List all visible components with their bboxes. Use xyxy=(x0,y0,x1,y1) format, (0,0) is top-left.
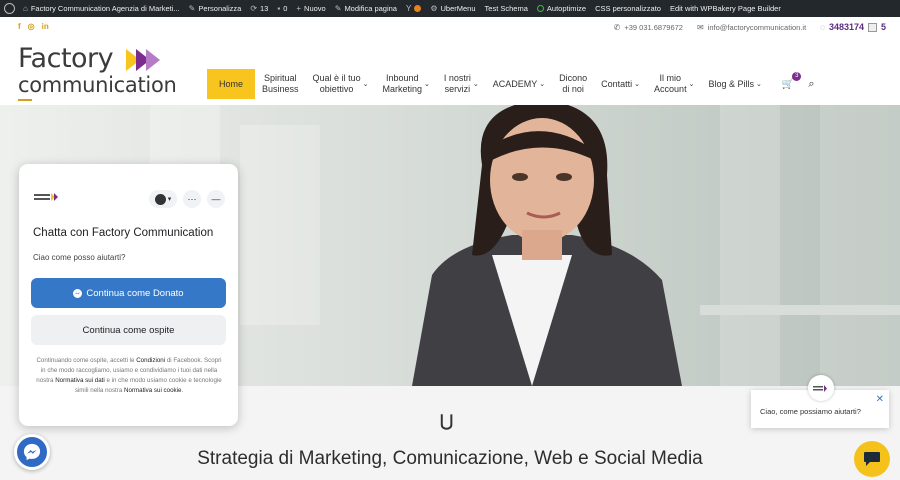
logo-underline xyxy=(18,99,32,101)
plus-icon: + xyxy=(296,4,302,13)
pencil-icon: ✎ xyxy=(334,4,342,13)
minus-icon: — xyxy=(211,194,221,204)
chevron-down-icon: ⌄ xyxy=(539,80,546,88)
admin-custom-css[interactable]: CSS personalizzato xyxy=(595,0,661,17)
background-window xyxy=(240,125,320,325)
admin-updates[interactable]: ⟳ 13 xyxy=(250,0,268,17)
chevron-down-icon: ⌄ xyxy=(755,80,762,88)
redacted-box xyxy=(867,22,877,32)
admin-yoast[interactable]: Y xyxy=(405,0,422,17)
factory-logo-icon xyxy=(813,384,827,392)
background-window xyxy=(720,105,780,386)
instagram-icon[interactable]: ◎ xyxy=(28,22,35,31)
facebook-icon[interactable]: f xyxy=(18,22,21,31)
background-rail xyxy=(700,305,900,315)
chat-launcher-button[interactable] xyxy=(854,441,890,477)
chat-bubble-icon xyxy=(864,452,880,466)
chevron-down-icon: ⌄ xyxy=(472,80,479,88)
nav-spiritual-business[interactable]: Spiritual Business xyxy=(255,69,306,99)
hero-woman-photo xyxy=(412,105,682,386)
cart-icon: 🛒 3 xyxy=(782,71,802,90)
home-icon: ⌂ xyxy=(23,4,28,13)
yoast-icon: Y xyxy=(405,4,412,13)
site-logo[interactable]: Factory communication xyxy=(18,43,177,101)
chevron-down-icon: ⌄ xyxy=(634,80,641,88)
nav-inbound[interactable]: Inbound Marketing ⌄ xyxy=(375,69,436,99)
chevron-down-icon: ⌄ xyxy=(688,80,695,88)
admin-site-name[interactable]: ⌂ Factory Communication Agenzia di Market… xyxy=(23,0,180,17)
gear-icon: ⚙ xyxy=(430,4,438,13)
minimize-button[interactable]: — xyxy=(207,190,225,208)
messenger-launcher-button[interactable] xyxy=(14,434,50,470)
admin-comments[interactable]: ▪ 0 xyxy=(277,0,287,17)
admin-new[interactable]: + Nuovo xyxy=(296,0,325,17)
cart-badge: 3 xyxy=(792,71,802,81)
linkedin-icon[interactable]: in xyxy=(42,22,49,31)
section-headline: Strategia di Marketing, Comunicazione, W… xyxy=(197,448,703,469)
account-switcher[interactable]: ▾ xyxy=(149,190,177,208)
whatsapp-icon: ◌ xyxy=(820,22,825,32)
chat-controls: ▾ ⋯ — xyxy=(149,190,225,208)
data-policy-link[interactable]: Normativa sui dati xyxy=(55,377,105,384)
terms-link[interactable]: Condizioni xyxy=(136,357,165,364)
nav-account[interactable]: Il mio Account ⌄ xyxy=(647,69,701,99)
nav-search[interactable]: ⌕ xyxy=(801,69,821,99)
wordpress-icon[interactable] xyxy=(4,3,15,14)
cookie-policy-link[interactable]: Normativa sui cookie xyxy=(124,387,181,394)
social-links: f ◎ in xyxy=(18,22,49,31)
caret-down-icon: ▾ xyxy=(167,196,172,203)
messenger-chat-popup: ▾ ⋯ — Chatta con Factory Communication C… xyxy=(19,164,238,426)
magnet-icon: ⋃ xyxy=(440,413,454,430)
main-nav: Home Spiritual Business Qual è il tuo obie… xyxy=(207,69,821,99)
nav-dicono[interactable]: Dicono di noi xyxy=(552,69,594,99)
chat-title: Chatta con Factory Communication xyxy=(33,227,214,239)
contact-info: ✆ +39 031.6879672 ✉ info@factorycommunicat… xyxy=(614,22,886,32)
autoptimize-status-icon xyxy=(536,5,544,12)
chat-brand-logo xyxy=(34,192,60,203)
avatar xyxy=(154,193,166,205)
seo-status-icon xyxy=(414,5,422,12)
factory-logo-icon xyxy=(34,193,58,201)
nav-home[interactable]: Home xyxy=(207,69,256,99)
admin-autoptimize[interactable]: Autoptimize xyxy=(536,0,586,17)
refresh-icon: ⟳ xyxy=(250,4,258,13)
chat-greeting-tooltip[interactable]: ✕ Ciao, come possiamo aiutarti? xyxy=(751,375,889,428)
brush-icon: ✎ xyxy=(188,4,196,13)
nav-contatti[interactable]: Contatti ⌄ xyxy=(594,69,647,99)
phone-link[interactable]: ✆ +39 031.6879672 xyxy=(614,23,683,32)
messenger-icon xyxy=(23,443,41,461)
chevron-down-icon: ⌄ xyxy=(362,80,369,88)
comment-icon: ▪ xyxy=(277,4,281,13)
chevron-down-icon: ⌄ xyxy=(423,80,430,88)
admin-customize[interactable]: ✎ Personalizza xyxy=(189,0,242,17)
background-window xyxy=(820,105,900,386)
nav-cart[interactable]: 🛒 3 xyxy=(769,69,802,99)
nav-obiettivo[interactable]: Qual è il tuo obiettivo ⌄ xyxy=(306,69,376,99)
continue-as-guest-button[interactable]: Continua come ospite xyxy=(31,315,226,345)
nav-servizi[interactable]: I nostri servizi ⌄ xyxy=(437,69,486,99)
whatsapp-link[interactable]: ◌ 3483174 5 xyxy=(820,22,886,32)
close-icon[interactable]: ✕ xyxy=(876,394,884,405)
site-header: Factory communication Home Spiritual Busi… xyxy=(0,39,900,105)
email-link[interactable]: ✉ info@factorycommunication.it xyxy=(697,23,806,32)
chat-legal-text: Continuando come ospite, accetti le Cond… xyxy=(36,357,222,394)
top-bar: f ◎ in ✆ +39 031.6879672 ✉ info@factorycom… xyxy=(0,17,900,39)
ellipsis-icon: ⋯ xyxy=(187,193,197,204)
logo-arrows-icon xyxy=(126,49,160,71)
mail-icon: ✉ xyxy=(696,22,704,32)
search-icon: ⌕ xyxy=(808,77,815,90)
nav-blog[interactable]: Blog & Pills ⌄ xyxy=(701,69,768,99)
messenger-icon xyxy=(73,288,83,298)
continue-as-user-button[interactable]: Continua come Donato xyxy=(31,278,226,308)
admin-test-schema[interactable]: Test Schema xyxy=(485,0,528,17)
phone-icon: ✆ xyxy=(613,22,621,32)
more-options-button[interactable]: ⋯ xyxy=(183,190,201,208)
admin-edit-page[interactable]: ✎ Modifica pagina xyxy=(335,0,397,17)
avatar xyxy=(808,375,834,401)
admin-ubermenu[interactable]: ⚙ UberMenu xyxy=(430,0,475,17)
chat-greeting: Ciao come posso aiutarti? xyxy=(33,253,126,262)
admin-wpbakery[interactable]: Edit with WPBakery Page Builder xyxy=(670,0,781,17)
admin-bar: ⌂ Factory Communication Agenzia di Market… xyxy=(0,0,900,17)
nav-academy[interactable]: ACADEMY ⌄ xyxy=(486,69,552,99)
